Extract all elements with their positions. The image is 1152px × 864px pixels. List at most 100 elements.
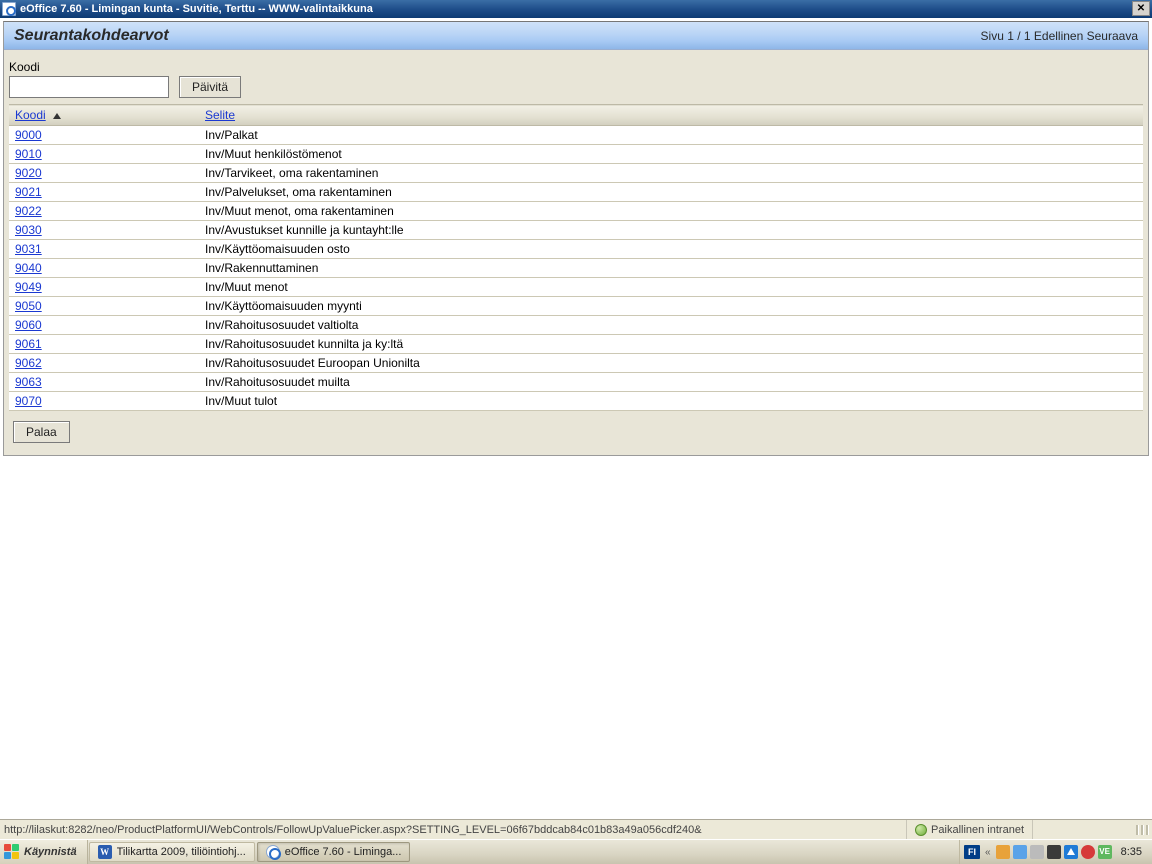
page-header: Seurantakohdearvot Sivu 1 / 1 Edellinen … [4, 22, 1148, 50]
koodi-link[interactable]: 9010 [15, 147, 42, 161]
koodi-link[interactable]: 9050 [15, 299, 42, 313]
page-title: Seurantakohdearvot [14, 27, 169, 45]
cell-selite: Inv/Rahoitusosuudet valtiolta [199, 316, 1143, 335]
table-row: 9070Inv/Muut tulot [9, 392, 1143, 411]
app-frame: Seurantakohdearvot Sivu 1 / 1 Edellinen … [3, 21, 1149, 456]
cell-selite: Inv/Avustukset kunnille ja kuntayht:lle [199, 221, 1143, 240]
ie-icon [2, 2, 16, 16]
table-row: 9049 Inv/Muut menot [9, 278, 1143, 297]
cell-selite: Inv/Muut menot [199, 278, 1143, 297]
table-row: 9000 Inv/Palkat [9, 126, 1143, 145]
table-row: 9010 Inv/Muut henkilöstömenot [9, 145, 1143, 164]
sort-selite-link[interactable]: Selite [205, 108, 235, 122]
word-icon [98, 845, 112, 859]
tray-icon[interactable] [1013, 845, 1027, 859]
tray-expand-icon[interactable]: « [983, 847, 993, 858]
koodi-link[interactable]: 9022 [15, 204, 42, 218]
back-button[interactable]: Palaa [13, 421, 70, 443]
table-row: 9020 Inv/Tarvikeet, oma rakentaminen [9, 164, 1143, 183]
taskbar: Käynnistä Tilikartta 2009, tiliöintiohj.… [0, 839, 1152, 864]
refresh-button[interactable]: Päivitä [179, 76, 241, 98]
input-lang-indicator[interactable]: FI [964, 845, 980, 859]
results-table: Koodi Selite 9000 Inv/Palkat 9010 Inv/Muut … [9, 104, 1143, 411]
cell-koodi: 9000 [9, 126, 199, 145]
body-area: Koodi Päivitä Koodi Selite [4, 50, 1148, 455]
cell-koodi: 9049 [9, 278, 199, 297]
next-page-link[interactable]: Seuraava [1087, 29, 1138, 43]
tray-icon[interactable] [1081, 845, 1095, 859]
window-titlebar: eOffice 7.60 - Limingan kunta - Suvitie,… [0, 0, 1152, 18]
table-row: 9031 Inv/Käyttöomaisuuden osto [9, 240, 1143, 259]
system-tray: FI « VE 8:35 [959, 840, 1152, 864]
cell-koodi: 9070 [9, 392, 199, 411]
table-row: 9062Inv/Rahoitusosuudet Euroopan Unionil… [9, 354, 1143, 373]
cell-selite: Inv/Palvelukset, oma rakentaminen [199, 183, 1143, 202]
status-url: http://lilaskut:8282/neo/ProductPlatform… [4, 824, 702, 836]
cell-koodi: 9020 [9, 164, 199, 183]
filter-row: Koodi Päivitä [9, 60, 1143, 98]
koodi-link[interactable]: 9021 [15, 185, 42, 199]
intranet-icon [915, 824, 927, 836]
results-tbody: 9000 Inv/Palkat 9010 Inv/Muut henkilöstömen… [9, 126, 1143, 411]
taskbar-item-word[interactable]: Tilikartta 2009, tiliöintiohj... [89, 842, 255, 862]
col-header-selite[interactable]: Selite [199, 105, 1143, 126]
koodi-link[interactable]: 9030 [15, 223, 42, 237]
start-label: Käynnistä [24, 846, 77, 858]
status-bar: http://lilaskut:8282/neo/ProductPlatform… [0, 819, 1152, 839]
taskbar-item-label: Tilikartta 2009, tiliöintiohj... [117, 846, 246, 858]
cell-koodi: 9060 [9, 316, 199, 335]
cell-selite: Inv/Käyttöomaisuuden osto [199, 240, 1143, 259]
window-close-button[interactable]: ✕ [1132, 1, 1150, 16]
tray-icon[interactable] [1047, 845, 1061, 859]
koodi-link[interactable]: 9040 [15, 261, 42, 275]
cell-selite: Inv/Tarvikeet, oma rakentaminen [199, 164, 1143, 183]
tray-icon[interactable] [1064, 845, 1078, 859]
tray-icon[interactable]: VE [1098, 845, 1112, 859]
zone-label: Paikallinen intranet [931, 824, 1024, 836]
col-header-koodi[interactable]: Koodi [9, 105, 199, 126]
table-row: 9021 Inv/Palvelukset, oma rakentaminen [9, 183, 1143, 202]
cell-koodi: 9050 [9, 297, 199, 316]
cell-koodi: 9063 [9, 373, 199, 392]
koodi-link[interactable]: 9061 [15, 337, 42, 351]
cell-selite: Inv/Muut henkilöstömenot [199, 145, 1143, 164]
security-zone: Paikallinen intranet [906, 820, 1032, 839]
tray-icon[interactable] [996, 845, 1010, 859]
page-navigator: Sivu 1 / 1 Edellinen Seuraava [981, 29, 1138, 43]
clock: 8:35 [1115, 846, 1148, 858]
cell-selite: Inv/Palkat [199, 126, 1143, 145]
table-row: 9060 Inv/Rahoitusosuudet valtiolta [9, 316, 1143, 335]
tray-icon[interactable] [1030, 845, 1044, 859]
koodi-link[interactable]: 9049 [15, 280, 42, 294]
start-button[interactable]: Käynnistä [0, 840, 88, 864]
table-row: 9030 Inv/Avustukset kunnille ja kuntayht:… [9, 221, 1143, 240]
page-info: Sivu 1 / 1 [981, 29, 1031, 43]
sort-asc-icon [53, 113, 61, 119]
cell-koodi: 9061 [9, 335, 199, 354]
window-title: eOffice 7.60 - Limingan kunta - Suvitie,… [20, 3, 373, 15]
taskbar-item-eoffice[interactable]: eOffice 7.60 - Liminga... [257, 842, 411, 862]
cell-koodi: 9021 [9, 183, 199, 202]
ie-icon [266, 845, 280, 859]
koodi-link[interactable]: 9020 [15, 166, 42, 180]
cell-selite: Inv/Rahoitusosuudet muilta [199, 373, 1143, 392]
cell-koodi: 9010 [9, 145, 199, 164]
koodi-link[interactable]: 9031 [15, 242, 42, 256]
koodi-input[interactable] [9, 76, 169, 98]
prev-page-link[interactable]: Edellinen [1034, 29, 1083, 43]
sort-koodi-link[interactable]: Koodi [15, 108, 46, 122]
cell-koodi: 9062 [9, 354, 199, 373]
koodi-link[interactable]: 9000 [15, 128, 42, 142]
koodi-link[interactable]: 9063 [15, 375, 42, 389]
koodi-link[interactable]: 9062 [15, 356, 42, 370]
windows-logo-icon [4, 844, 20, 860]
table-row: 9063 Inv/Rahoitusosuudet muilta [9, 373, 1143, 392]
resize-grip [1032, 820, 1152, 839]
cell-koodi: 9030 [9, 221, 199, 240]
cell-koodi: 9031 [9, 240, 199, 259]
koodi-link[interactable]: 9060 [15, 318, 42, 332]
taskbar-item-label: eOffice 7.60 - Liminga... [285, 846, 402, 858]
koodi-label: Koodi [9, 60, 169, 74]
koodi-link[interactable]: 9070 [15, 394, 42, 408]
cell-selite: Inv/Rakennuttaminen [199, 259, 1143, 278]
